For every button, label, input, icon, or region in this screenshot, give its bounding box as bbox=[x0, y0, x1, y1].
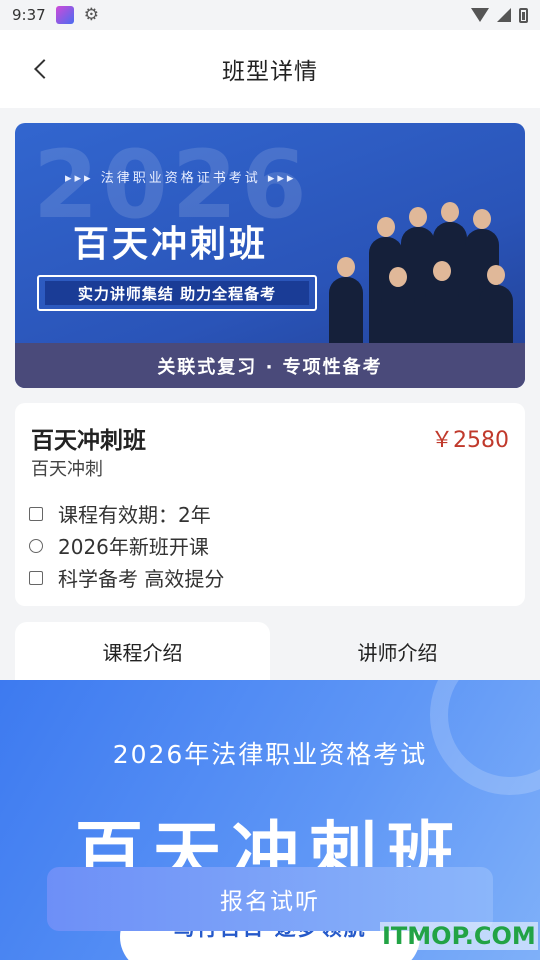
promo-title: 2026年法律职业资格考试 bbox=[112, 740, 428, 769]
course-banner: 2026 ▸▸▸ 法律职业资格证书考试 ▸▸▸ 百天冲刺班 实力讲师集结 助力全… bbox=[15, 123, 525, 388]
settings-gear-icon: ⚙ bbox=[83, 5, 99, 25]
feature-text: 2026年新班开课 bbox=[58, 535, 209, 559]
teacher-figure bbox=[381, 267, 415, 347]
detail-tabs: 课程介绍 讲师介绍 bbox=[15, 622, 525, 680]
status-bar: 9:37 ⚙ bbox=[0, 0, 540, 30]
signal-icon bbox=[497, 8, 511, 22]
feature-method: 科学备考 高效提分 bbox=[29, 563, 224, 592]
teachers-photo bbox=[329, 197, 519, 347]
battery-icon bbox=[519, 7, 528, 23]
banner-tagline: 实力讲师集结 助力全程备考 bbox=[45, 281, 309, 305]
banner-title: 百天冲刺班 bbox=[73, 224, 269, 265]
page-title: 班型详情 bbox=[222, 59, 318, 85]
clock-icon bbox=[29, 538, 43, 553]
banner-footer: 关联式复习 · 专项性备考 bbox=[15, 343, 525, 388]
tab-teacher-intro[interactable]: 讲师介绍 bbox=[270, 622, 525, 680]
course-subtitle: 百天冲刺 bbox=[31, 459, 103, 480]
book-icon bbox=[29, 570, 43, 585]
wifi-icon bbox=[471, 8, 489, 22]
status-time: 9:37 bbox=[12, 6, 46, 24]
teacher-figure bbox=[479, 265, 513, 347]
course-info-card: 百天冲刺班 ￥2580 百天冲刺 课程有效期：2年 2026年新班开课 科学备考… bbox=[15, 403, 525, 606]
header-bar: 班型详情 bbox=[0, 30, 540, 108]
teacher-figure bbox=[425, 261, 459, 347]
feature-text: 科学备考 高效提分 bbox=[58, 567, 225, 591]
course-name: 百天冲刺班 bbox=[31, 428, 146, 454]
banner-tagline-box: 实力讲师集结 助力全程备考 bbox=[37, 275, 317, 311]
course-price: ￥2580 bbox=[431, 428, 509, 453]
teacher-figure bbox=[329, 257, 363, 347]
back-button[interactable] bbox=[24, 52, 58, 86]
app-notification-icon bbox=[55, 6, 74, 24]
chevron-left-icon bbox=[34, 59, 54, 79]
calendar-icon bbox=[29, 506, 43, 521]
status-indicators bbox=[471, 7, 528, 23]
site-watermark: ITMOP.COM bbox=[380, 922, 538, 950]
feature-start: 2026年新班开课 bbox=[29, 531, 209, 560]
tab-course-intro[interactable]: 课程介绍 bbox=[15, 622, 270, 680]
banner-subtitle: ▸▸▸ 法律职业资格证书考试 ▸▸▸ bbox=[65, 171, 297, 186]
feature-text: 课程有效期：2年 bbox=[58, 503, 211, 527]
feature-validity: 课程有效期：2年 bbox=[29, 499, 211, 528]
